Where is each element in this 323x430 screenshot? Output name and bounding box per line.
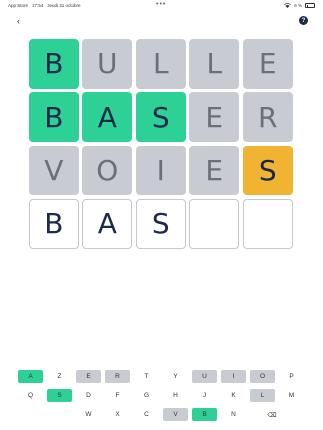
tile-r3-c4: E [189,145,240,196]
key-f[interactable]: F [105,389,130,402]
battery-percent: 6 % [294,3,302,8]
key-q[interactable]: Q [18,389,43,402]
status-time: 17:54 [32,3,44,8]
tile-r4-c2: A [82,198,133,249]
tile-r1-c3: L [135,39,186,89]
tile-r1-c5: E [242,39,293,89]
key-t[interactable]: T [134,370,159,383]
multitasking-dots[interactable]: ••• [156,1,166,8]
back-button[interactable]: ‹ [17,16,20,26]
status-date: Jeudi 31 octobre [47,3,81,8]
keyboard-row-3: W X C V B N ⌫ [0,408,323,421]
key-u[interactable]: U [192,370,217,383]
tile-r4-c4 [189,198,240,249]
battery-icon [305,3,315,8]
tile-r4-c1: B [29,198,79,249]
tile-r3-c2: O [82,145,133,196]
key-w[interactable]: W [76,408,101,421]
key-r[interactable]: R [105,370,130,383]
key-o[interactable]: O [250,370,275,383]
backspace-icon: ⌫ [267,411,277,419]
tile-r2-c2: A [82,92,133,143]
keyboard-row-2: QSDFGHJKLM [0,389,323,402]
tile-r2-c3: S [135,92,186,143]
key-b[interactable]: B [192,408,217,421]
tile-r3-c1: V [29,145,79,196]
key-s[interactable]: S [47,389,72,402]
tile-r1-c4: L [189,39,240,89]
tile-r2-c1: B [29,92,79,143]
key-d[interactable]: D [76,389,101,402]
backspace-key[interactable]: ⌫ [258,408,286,421]
key-p[interactable]: P [279,370,304,383]
tile-r3-c5: S [242,145,293,196]
help-button[interactable]: ? [299,16,308,25]
key-j[interactable]: J [192,389,217,402]
key-x[interactable]: X [105,408,130,421]
keyboard-row-1: AZERTYUIOP [0,370,323,383]
tile-r3-c3: I [135,145,186,196]
status-bar: App Store 17:54 Jeudi 31 octobre ••• 6 % [0,0,323,12]
key-z[interactable]: Z [47,370,72,383]
key-v[interactable]: V [163,408,188,421]
wifi-icon [284,3,292,8]
key-h[interactable]: H [163,389,188,402]
tile-r2-c4: E [189,92,240,143]
tile-r1-c2: U [82,39,133,89]
key-g[interactable]: G [134,389,159,402]
tile-r2-c5: R [242,92,293,143]
tile-r4-c3: S [135,198,186,249]
tile-r1-c1: B [29,39,79,89]
key-y[interactable]: Y [163,370,188,383]
key-k[interactable]: K [221,389,246,402]
status-carrier: App Store [8,3,29,8]
key-a[interactable]: A [18,370,43,383]
game-board: BULLEBASERVOIESBAS [29,39,293,249]
key-n[interactable]: N [221,408,246,421]
key-c[interactable]: C [134,408,159,421]
key-i[interactable]: I [221,370,246,383]
tile-r4-c5 [242,198,293,249]
key-e[interactable]: E [76,370,101,383]
key-l[interactable]: L [250,389,275,402]
key-m[interactable]: M [279,389,304,402]
help-icon: ? [301,17,306,24]
